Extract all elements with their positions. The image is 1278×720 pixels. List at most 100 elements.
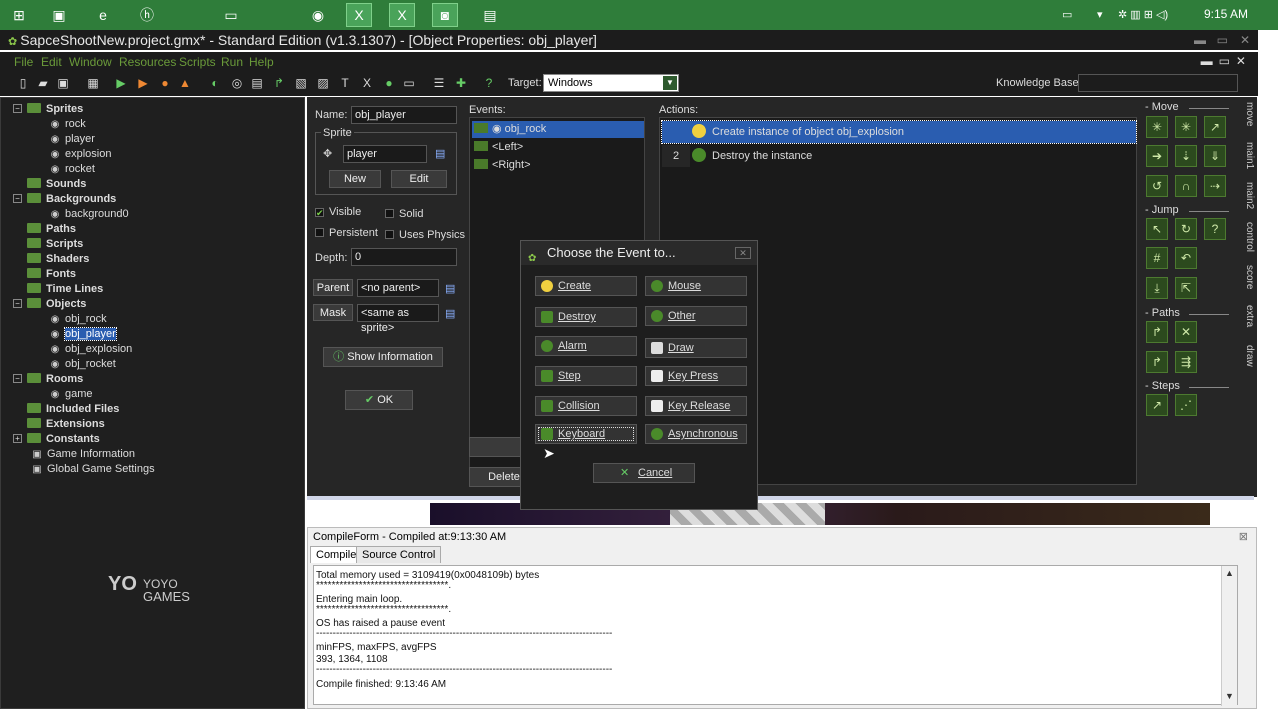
clean-icon[interactable]: ▲ <box>178 76 192 90</box>
tree-item-scripts[interactable]: Scripts <box>27 237 83 252</box>
depth-input[interactable]: 0 <box>351 248 457 266</box>
close-button[interactable]: ✕ <box>1240 30 1250 50</box>
menu-edit[interactable]: Edit <box>41 55 62 69</box>
close-icon[interactable]: ✕ <box>735 247 751 259</box>
resource-tree[interactable]: − Sprites ◉ rock ◉ player ◉ explosion ◉ rocket Sou… <box>0 97 305 709</box>
sound-icon[interactable]: ◎ <box>230 76 244 90</box>
tree-item-game[interactable]: ◉ game <box>49 387 93 402</box>
font-icon[interactable]: T <box>338 76 352 90</box>
jump-position-icon[interactable]: ↖ <box>1146 218 1168 240</box>
sprite-icon[interactable]: ◐ <box>208 76 222 90</box>
jump-random-icon[interactable]: ? <box>1204 218 1226 240</box>
tree-item-fonts[interactable]: Fonts <box>27 267 76 282</box>
path-position-icon[interactable]: ↱ <box>1146 351 1168 373</box>
move-free-icon[interactable]: ✳ <box>1175 116 1197 138</box>
debug-icon[interactable]: ▶ <box>136 76 150 90</box>
tab-draw[interactable]: draw <box>1237 345 1255 367</box>
keyboard-event-button[interactable]: Keyboard <box>535 424 637 444</box>
expand-toggle-icon[interactable]: − <box>13 104 22 113</box>
sprite-menu-icon[interactable]: ▤ <box>435 147 445 160</box>
action-item[interactable]: Create instance of object obj_explosion <box>661 120 1137 144</box>
key-press-event-button[interactable]: Key Press <box>645 366 747 386</box>
tree-item-sounds[interactable]: Sounds <box>27 177 86 192</box>
expand-toggle-icon[interactable]: + <box>13 434 22 443</box>
tab-control[interactable]: control <box>1237 222 1255 252</box>
speed-vertical-icon[interactable]: ⇣ <box>1175 145 1197 167</box>
edit-sprite-button[interactable]: Edit <box>391 170 447 188</box>
scroll-up-icon[interactable]: ▲ <box>1225 568 1234 578</box>
target-select[interactable]: Windows ▼ <box>543 74 679 92</box>
compile-log[interactable]: Total memory used = 3109419(0x0048109b) … <box>313 565 1238 706</box>
tab-move[interactable]: move <box>1237 102 1255 126</box>
move-towards-icon[interactable]: ↗ <box>1204 116 1226 138</box>
other-event-button[interactable]: Other <box>645 306 747 326</box>
background-icon[interactable]: ▤ <box>250 76 264 90</box>
jump-start-icon[interactable]: ↻ <box>1175 218 1197 240</box>
tree-item-rock[interactable]: ◉ rock <box>49 117 86 132</box>
hp-icon[interactable]: ⓗ <box>134 3 160 27</box>
menu-file[interactable]: File <box>14 55 33 69</box>
tree-item-objects[interactable]: − Objects <box>13 297 86 312</box>
tab-compile[interactable]: Compile <box>310 546 363 563</box>
speed-horizontal-icon[interactable]: ➔ <box>1146 145 1168 167</box>
chrome-icon[interactable]: ◉ <box>305 3 331 27</box>
persistent-checkbox[interactable]: Persistent <box>315 227 378 239</box>
parent-button[interactable]: Parent <box>313 279 353 296</box>
mdi-controls[interactable]: ▬▭✕ <box>1201 54 1252 68</box>
tab-extra[interactable]: extra <box>1237 305 1255 327</box>
collision-event-button[interactable]: Collision <box>535 396 637 416</box>
run-icon[interactable]: ▶ <box>114 76 128 90</box>
tree-item-time-lines[interactable]: Time Lines <box>27 282 103 297</box>
windows-start-icon[interactable]: ⊞ <box>6 3 32 27</box>
shader-icon[interactable]: ▨ <box>316 76 330 90</box>
set-path-icon[interactable]: ↱ <box>1146 321 1168 343</box>
physics-checkbox[interactable]: Uses Physics <box>385 229 465 241</box>
tree-item-backgrounds[interactable]: − Backgrounds <box>13 192 116 207</box>
end-path-icon[interactable]: ✕ <box>1175 321 1197 343</box>
stop-icon[interactable]: ● <box>158 76 172 90</box>
bounce-icon[interactable]: ⇱ <box>1175 277 1197 299</box>
scroll-down-icon[interactable]: ▼ <box>1225 691 1234 701</box>
tab-main2[interactable]: main2 <box>1237 182 1255 209</box>
app-icon[interactable]: ▣ <box>46 3 72 27</box>
log-scrollbar[interactable]: ▲ ▼ <box>1221 566 1237 706</box>
create-event-button[interactable]: Create <box>535 276 637 296</box>
minimize-button[interactable]: ▬ <box>1194 30 1206 50</box>
destroy-event-button[interactable]: Destroy <box>535 307 637 327</box>
folder-icon[interactable]: ▭ <box>218 3 244 27</box>
step-event-button[interactable]: Step <box>535 366 637 386</box>
name-input[interactable]: obj_player <box>351 106 457 124</box>
tree-item-background0[interactable]: ◉ background0 <box>49 207 129 222</box>
path-speed-icon[interactable]: ⇶ <box>1175 351 1197 373</box>
tree-item-rocket[interactable]: ◉ rocket <box>49 162 95 177</box>
step-avoid-icon[interactable]: ⋰ <box>1175 394 1197 416</box>
mask-menu-icon[interactable]: ▤ <box>445 307 455 320</box>
tab-main1[interactable]: main1 <box>1237 142 1255 169</box>
tab-source-control[interactable]: Source Control <box>356 546 442 563</box>
tree-item-sprites[interactable]: − Sprites <box>13 102 83 117</box>
chevron-down-icon[interactable]: ▼ <box>663 76 677 90</box>
save-icon[interactable]: ▣ <box>56 76 70 90</box>
align-grid-icon[interactable]: # <box>1146 247 1168 269</box>
parent-input[interactable]: <no parent> <box>357 279 439 297</box>
expand-toggle-icon[interactable]: − <box>13 374 22 383</box>
tree-item-obj-rock[interactable]: ◉ obj_rock <box>49 312 107 327</box>
tree-item-obj-explosion[interactable]: ◉ obj_explosion <box>49 342 133 357</box>
draw-event-button[interactable]: Draw <box>645 338 747 358</box>
help-icon[interactable]: ? <box>482 76 496 90</box>
create-exe-icon[interactable]: ▦ <box>86 76 100 90</box>
tree-item-shaders[interactable]: Shaders <box>27 252 89 267</box>
object-icon[interactable]: ● <box>382 76 396 90</box>
gravity-icon[interactable]: ⇓ <box>1204 145 1226 167</box>
asynchronous-event-button[interactable]: Asynchronous <box>645 424 747 444</box>
tree-item-included-files[interactable]: Included Files <box>27 402 119 417</box>
global-settings-icon[interactable]: ✚ <box>454 76 468 90</box>
action-item[interactable]: 2 Destroy the instance <box>662 145 1136 167</box>
tree-item-explosion[interactable]: ◉ explosion <box>49 147 112 162</box>
wrap-screen-icon[interactable]: ↶ <box>1175 247 1197 269</box>
room-icon[interactable]: ▭ <box>402 76 416 90</box>
tree-item-extensions[interactable]: Extensions <box>27 417 105 432</box>
step-towards-icon[interactable]: ↗ <box>1146 394 1168 416</box>
mouse-event-button[interactable]: Mouse <box>645 276 747 296</box>
visible-checkbox[interactable]: ✔ Visible <box>315 206 361 218</box>
